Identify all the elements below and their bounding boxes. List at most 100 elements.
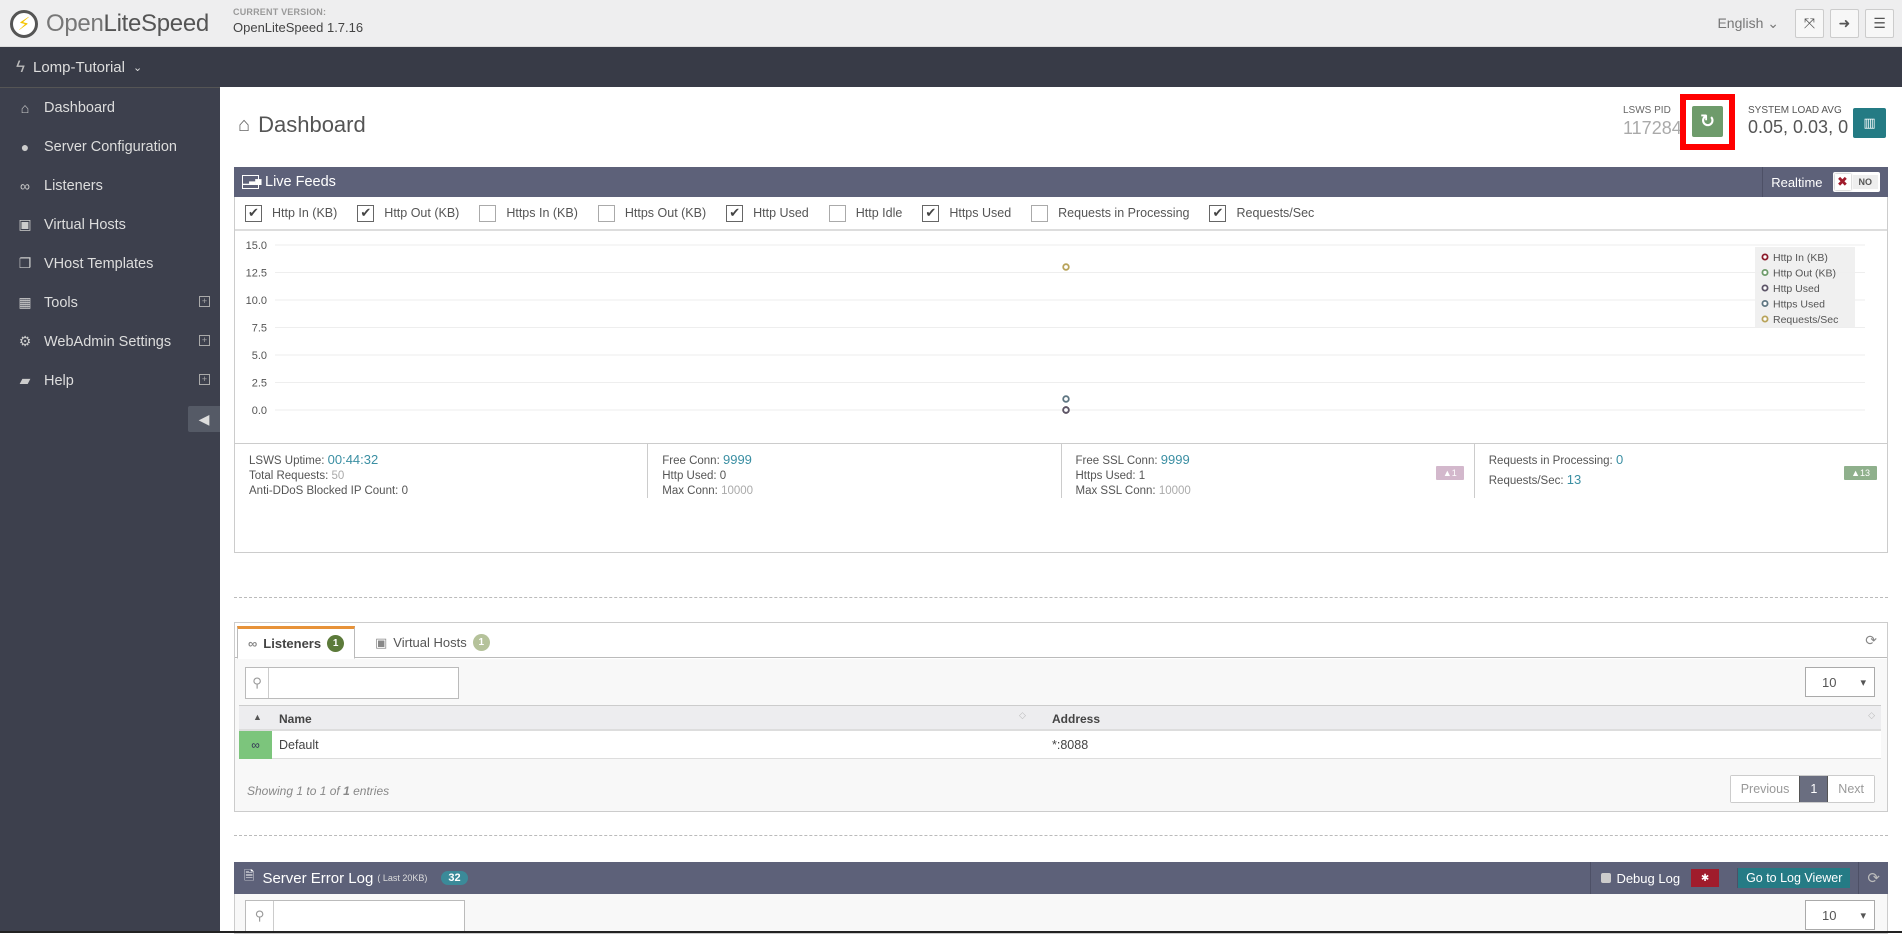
tab-label: Virtual Hosts	[393, 635, 467, 650]
series-checkbox[interactable]: ✔ Http In (KB)	[245, 204, 338, 222]
series-checkbox[interactable]: ✔ Requests/Sec	[1209, 204, 1314, 222]
legend-marker	[1761, 315, 1769, 323]
expand-icon[interactable]: +	[199, 335, 210, 346]
refresh-icon[interactable]: ⟳	[1865, 632, 1877, 649]
restart-button[interactable]: ↻	[1692, 106, 1723, 137]
sidebar-item-server-configuration[interactable]: ● Server Configuration	[0, 127, 220, 166]
data-point[interactable]	[1062, 406, 1070, 414]
bar-chart-icon: ▁▃▅	[242, 175, 261, 189]
sidebar-item-listeners[interactable]: ∞ Listeners	[0, 166, 220, 205]
legend-label[interactable]: Http In (KB)	[1773, 252, 1828, 264]
max-conn-value: 10000	[721, 485, 754, 497]
series-checkbox[interactable]: ✔ Http Out (KB)	[357, 204, 459, 222]
listeners-table-area: ⚲ 10 ▾ ▲ Name ◇ Address ◇ ∞ Default *:80…	[235, 659, 1887, 811]
total-requests-label: Total Requests:	[249, 470, 329, 482]
checkbox-label: Http In (KB)	[272, 206, 338, 220]
main-content: ⌂ Dashboard LSWS PID 117284 ↻ SYSTEM LOA…	[220, 87, 1902, 934]
sidebar-item-label: Virtual Hosts	[44, 216, 126, 233]
uptime-label: LSWS Uptime:	[249, 455, 325, 467]
next-button[interactable]: Next	[1828, 776, 1874, 802]
column-address[interactable]: Address	[1052, 712, 1100, 726]
checkbox-icon[interactable]	[597, 204, 615, 222]
y-tick-label: 15.0	[246, 240, 267, 252]
total-requests-value: 50	[331, 470, 345, 482]
collapse-sidebar-button[interactable]: ◀	[188, 406, 220, 432]
expand-icon[interactable]: +	[199, 296, 210, 307]
bug-icon[interactable]: ✱	[1691, 869, 1720, 887]
page-title: ⌂ Dashboard	[238, 112, 366, 138]
error-page-size-select[interactable]: 10 ▾	[1805, 900, 1875, 930]
y-tick-label: 10.0	[246, 295, 267, 307]
checkbox-icon[interactable]: ✔	[726, 204, 744, 222]
checkbox-icon[interactable]: ✔	[922, 204, 940, 222]
highlight-box: ↻	[1680, 94, 1735, 150]
table-row[interactable]: ∞ Default *:8088	[239, 731, 1881, 759]
tab-bar: ∞ Listeners 1 ▣ Virtual Hosts 1 ⟳	[235, 623, 1887, 659]
sidebar-item-dashboard[interactable]: ⌂ Dashboard	[0, 88, 220, 127]
tab-listeners[interactable]: ∞ Listeners 1	[237, 626, 356, 659]
data-point[interactable]	[1062, 395, 1070, 403]
page-size-select[interactable]: 10 ▾	[1805, 667, 1875, 697]
checkbox-icon[interactable]: ✔	[245, 204, 262, 222]
req-sec-value: 13	[1566, 472, 1582, 487]
refresh-icon: ↻	[1699, 111, 1716, 131]
series-checkbox[interactable]: ✔ Http Used	[726, 204, 809, 222]
page-1-button[interactable]: 1	[1799, 776, 1829, 802]
expand-icon[interactable]: +	[199, 374, 210, 385]
sidebar-item-tools[interactable]: ▦ Tools +	[0, 283, 220, 322]
legend-label[interactable]: Http Out (KB)	[1773, 268, 1836, 280]
sidebar-item-webadmin-settings[interactable]: ⚙ WebAdmin Settings +	[0, 322, 220, 361]
tab-virtual-hosts[interactable]: ▣ Virtual Hosts 1	[365, 626, 500, 659]
bar-chart-icon: ▥	[1863, 115, 1876, 130]
sidebar-item-help[interactable]: ▰ Help +	[0, 361, 220, 400]
column-name[interactable]: Name	[279, 712, 312, 726]
checkbox-icon[interactable]	[828, 204, 846, 222]
language-dropdown[interactable]: English ⌄	[1717, 15, 1779, 32]
menu-button[interactable]: ☰	[1865, 9, 1894, 38]
checkbox-icon[interactable]: ✔	[1209, 204, 1227, 222]
lsws-pid: LSWS PID 117284	[1623, 105, 1682, 139]
sort-icon[interactable]: ◇	[1868, 710, 1875, 721]
series-checkbox[interactable]: Https Out (KB)	[597, 204, 706, 222]
pid-label: LSWS PID	[1623, 105, 1671, 116]
search-input[interactable]	[269, 668, 458, 698]
checkbox-label: Https In (KB)	[506, 206, 578, 220]
sort-icon[interactable]: ◇	[1019, 710, 1026, 721]
series-checkbox[interactable]: Http Idle	[828, 204, 902, 222]
sidebar-item-virtual-hosts[interactable]: ▣ Virtual Hosts	[0, 205, 220, 244]
logout-button[interactable]: ➜	[1830, 9, 1859, 38]
series-checkbox[interactable]: Https In (KB)	[479, 204, 578, 222]
refresh-icon[interactable]: ⟳	[1858, 862, 1888, 894]
ddos-label: Anti-DDoS Blocked IP Count:	[249, 485, 399, 497]
server-selector[interactable]: ϟ Lomp-Tutorial ⌄	[16, 57, 142, 77]
series-checkbox[interactable]: Requests in Processing	[1031, 204, 1189, 222]
legend-label[interactable]: Http Used	[1773, 283, 1820, 295]
debug-log-toggle[interactable]: Debug Log ✱	[1590, 862, 1729, 894]
nav-bar: ϟ Lomp-Tutorial ⌄	[0, 47, 1902, 87]
series-checkbox[interactable]: ✔ Https Used	[922, 204, 1011, 222]
sort-asc-icon[interactable]: ▲	[253, 712, 262, 722]
legend-label[interactable]: Requests/Sec	[1773, 314, 1838, 326]
arrow-left-icon: ◀	[198, 410, 210, 427]
go-to-log-viewer-button[interactable]: Go to Log Viewer	[1737, 868, 1851, 888]
fullscreen-button[interactable]: ⤧	[1795, 9, 1824, 38]
showing-suffix: entries	[349, 784, 390, 798]
chevron-down-icon: ⌄	[132, 61, 143, 74]
legend-label[interactable]: Https Used	[1773, 299, 1825, 311]
checkbox-icon[interactable]	[479, 204, 497, 222]
req-proc-label: Requests in Processing:	[1488, 455, 1613, 467]
logo[interactable]: ⚡ OpenLiteSpeed	[10, 10, 209, 38]
previous-button[interactable]: Previous	[1730, 776, 1800, 802]
chevron-down-icon: ⌄	[1767, 15, 1779, 31]
checkbox-icon[interactable]: ✔	[357, 204, 375, 222]
error-search-input[interactable]	[274, 901, 464, 931]
error-log-header: 🗎 Server Error Log ( Last 20KB) 32 Debug…	[234, 862, 1888, 894]
checkbox-icon[interactable]	[1031, 204, 1049, 222]
real-time-stats-button[interactable]: ▥	[1853, 108, 1886, 138]
copy-icon: ❐	[18, 255, 32, 271]
sidebar-item-vhost-templates[interactable]: ❐ VHost Templates	[0, 244, 220, 283]
load-label: SYSTEM LOAD AVG	[1748, 105, 1842, 116]
listener-name[interactable]: Default	[279, 738, 319, 752]
realtime-toggle[interactable]: ✖ NO	[1832, 172, 1880, 192]
data-point[interactable]	[1062, 263, 1070, 271]
